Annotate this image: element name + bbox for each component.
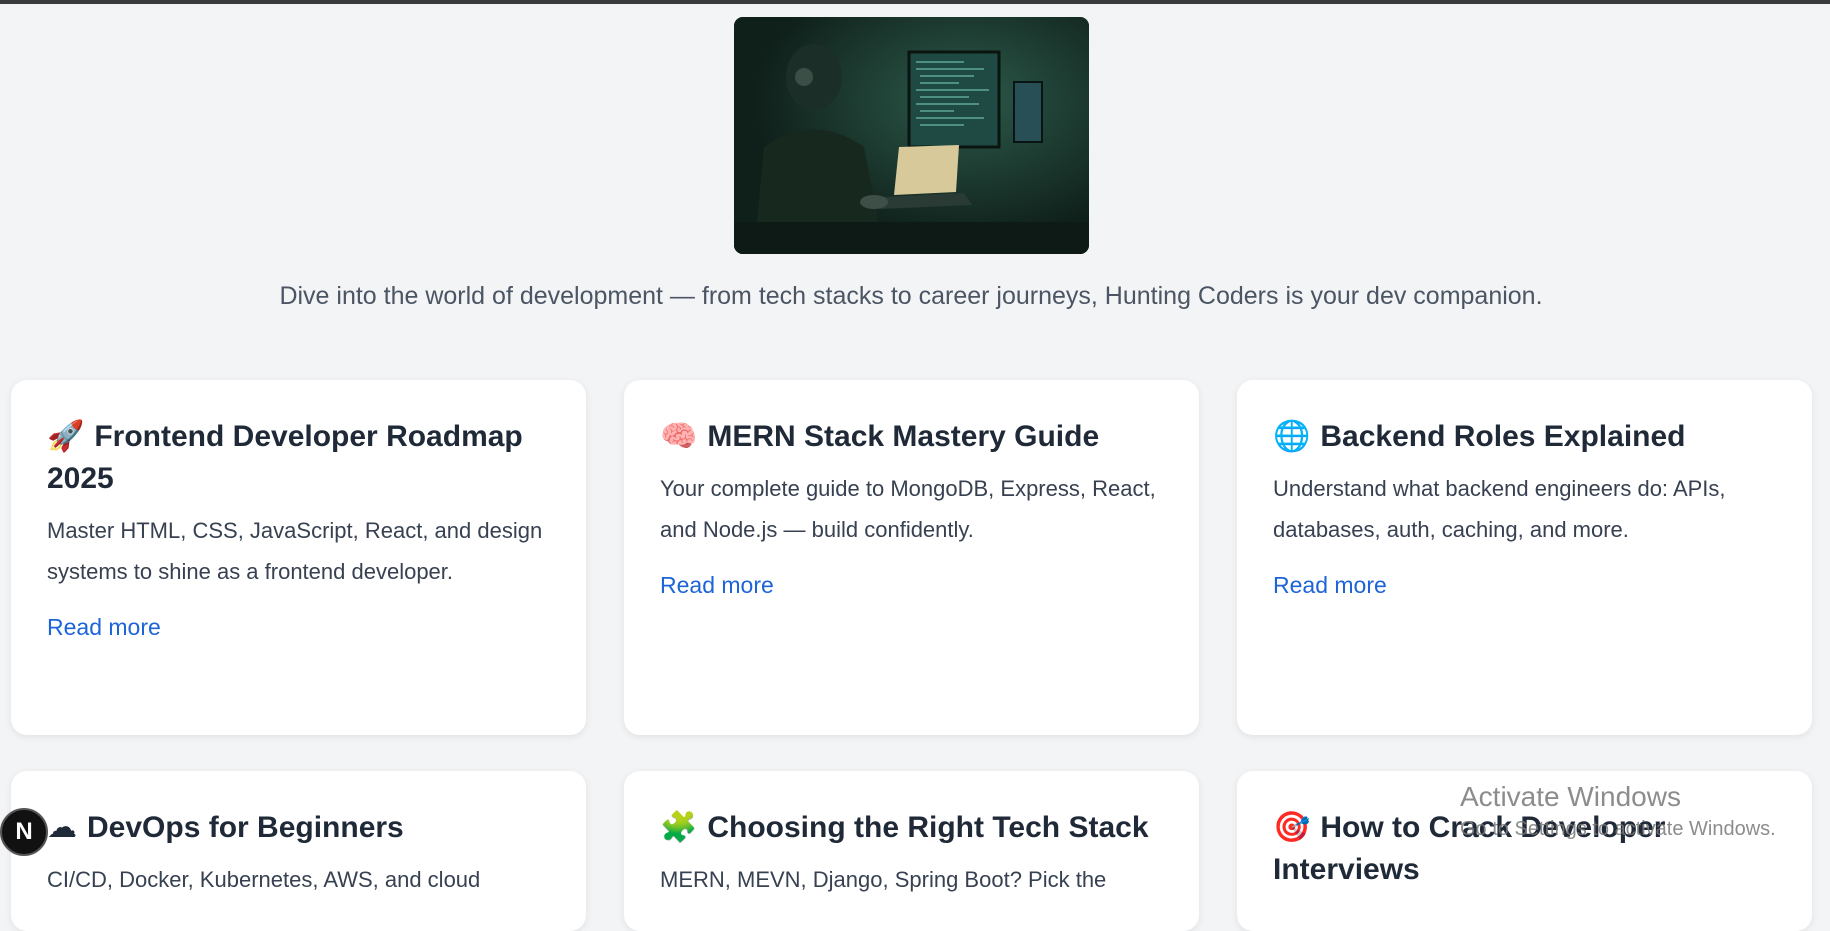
card-title: 🧠 MERN Stack Mastery Guide (660, 419, 1100, 454)
blog-card-frontend-roadmap: 🚀 Frontend Developer Roadmap 2025 Master … (11, 380, 586, 735)
card-title: 🚀 Frontend Developer Roadmap 2025 (47, 419, 523, 495)
card-description: Understand what backend engineers do: AP… (1273, 476, 1726, 542)
card-title: 🧩 Choosing the Right Tech Stack (660, 810, 1149, 845)
read-more-link[interactable]: Read more (660, 572, 774, 599)
card-title: 🎯 How to Crack Developer Interviews (1273, 810, 1666, 886)
card-description: Your complete guide to MongoDB, Express,… (660, 476, 1156, 542)
rocket-icon: 🚀 (47, 419, 85, 454)
puzzle-icon: 🧩 (660, 810, 698, 845)
blog-card-mern-guide: 🧠 MERN Stack Mastery Guide Your complete … (624, 380, 1199, 735)
card-description: Master HTML, CSS, JavaScript, React, and… (47, 518, 543, 584)
nextjs-dev-badge[interactable]: N (0, 808, 48, 856)
hero-image (734, 17, 1089, 254)
blog-card-tech-stack: 🧩 Choosing the Right Tech Stack MERN, MEV… (624, 771, 1199, 931)
read-more-link[interactable]: Read more (1273, 572, 1387, 599)
card-description: MERN, MEVN, Django, Spring Boot? Pick th… (660, 867, 1107, 892)
cloud-icon: ☁ (47, 810, 77, 845)
brain-icon: 🧠 (660, 419, 698, 454)
read-more-link[interactable]: Read more (47, 614, 161, 641)
card-title: ☁ DevOps for Beginners (47, 810, 404, 845)
globe-icon: 🌐 (1273, 419, 1311, 454)
blog-card-interviews: 🎯 How to Crack Developer Interviews (1237, 771, 1812, 931)
browser-top-bar (0, 0, 1830, 4)
hero-tagline: Dive into the world of development — fro… (279, 282, 1543, 310)
card-title: 🌐 Backend Roles Explained (1273, 419, 1686, 454)
blog-card-devops: ☁ DevOps for Beginners CI/CD, Docker, Kub… (11, 771, 586, 931)
target-icon: 🎯 (1273, 810, 1311, 845)
blog-card-backend-roles: 🌐 Backend Roles Explained Understand what… (1237, 380, 1812, 735)
card-description: CI/CD, Docker, Kubernetes, AWS, and clou… (47, 867, 481, 892)
